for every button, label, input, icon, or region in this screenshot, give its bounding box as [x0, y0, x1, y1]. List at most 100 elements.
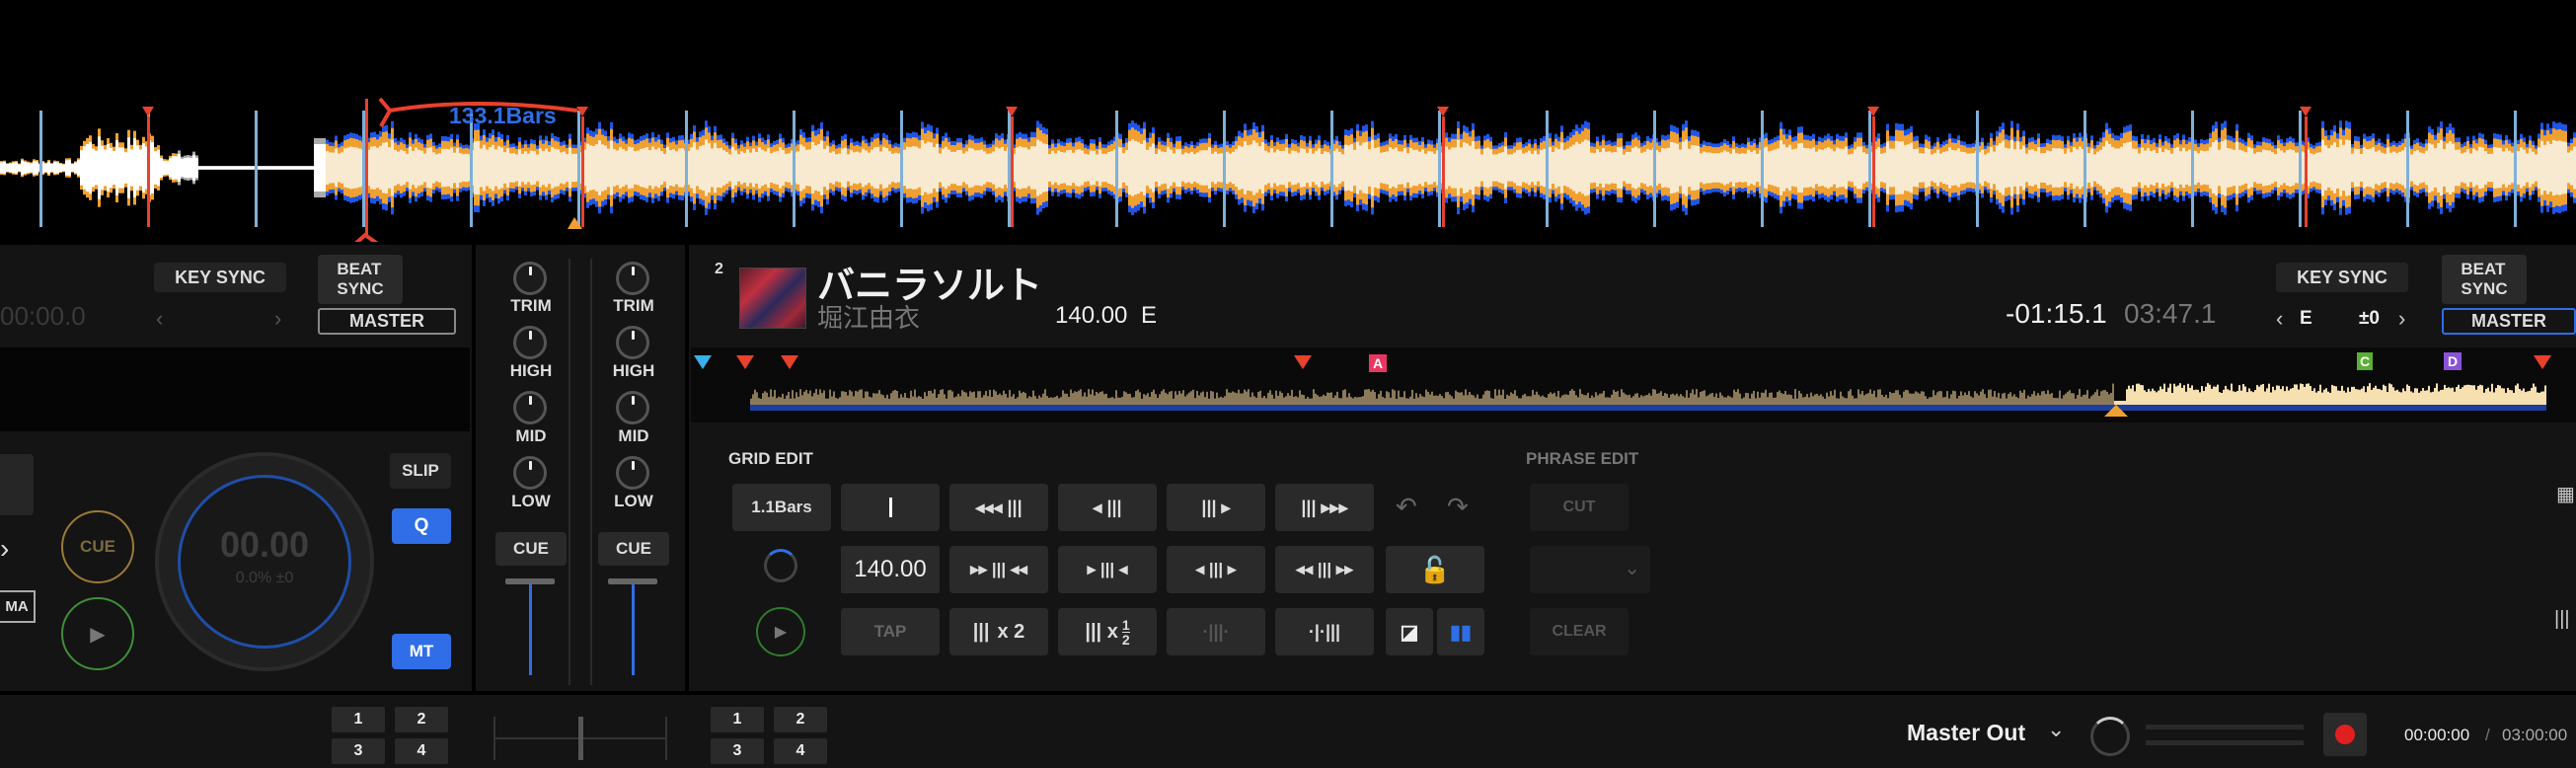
grid-beat-delete-button[interactable]: ·|·|||	[1275, 608, 1374, 655]
left-master-button[interactable]: MASTER	[318, 308, 456, 335]
grid-view-icon[interactable]: ▦	[2556, 482, 2576, 509]
grid-widen-button[interactable]: ◂ ||| ▸	[1167, 546, 1265, 593]
track-key: E	[1141, 302, 1158, 329]
overview-waveform[interactable]	[691, 347, 2576, 422]
right-master-button[interactable]: MASTER	[2442, 308, 2576, 335]
right-key-up-icon[interactable]: ›	[2398, 306, 2405, 332]
metronome-off-icon[interactable]: ◪	[1386, 608, 1433, 655]
beat-grid-line	[2084, 111, 2086, 227]
ch1-low-knob[interactable]	[513, 456, 547, 490]
right-hotcue-3[interactable]: 3	[711, 738, 764, 764]
x2-label: x 2	[997, 620, 1025, 643]
bpm-knob[interactable]	[764, 549, 797, 582]
beat-grid-line	[1868, 111, 1871, 227]
bars-annotation: 133.1Bars	[449, 103, 557, 128]
left-master-tempo-button[interactable]: MT	[392, 634, 451, 669]
ch2-fader-handle[interactable]	[608, 578, 657, 584]
hotcue-marker-a[interactable]: A	[1369, 354, 1387, 372]
grid-shift-right-3-button[interactable]: ||| ▸▸▸	[1275, 484, 1374, 531]
left-hotcue-2[interactable]: 2	[395, 707, 448, 732]
left-jog-pitch: 0.0% ±0	[235, 570, 294, 586]
grid-set-button[interactable]	[841, 484, 940, 531]
left-play-button[interactable]: ▶	[61, 597, 134, 670]
grid-bars-button[interactable]: 1.1Bars	[732, 484, 831, 531]
track-artist: 堀江由衣	[817, 303, 921, 333]
left-cue-button[interactable]: CUE	[61, 510, 134, 583]
left-slip-button[interactable]: SLIP	[390, 453, 451, 489]
beat-grid-line	[577, 111, 580, 227]
left-arrow-icon[interactable]: ›	[0, 533, 18, 573]
left-hotcue-3[interactable]: 3	[332, 738, 385, 764]
ch1-fader-handle[interactable]	[505, 578, 555, 584]
ch2-mid-knob[interactable]	[616, 391, 649, 424]
hotcue-marker-c[interactable]: C	[2357, 352, 2373, 370]
grid-half-button[interactable]: ||| x 12	[1058, 608, 1157, 655]
beat-count-icon[interactable]: ▮▮	[1437, 608, 1484, 655]
grid-play-button[interactable]: ▶	[756, 607, 805, 656]
left-beat-sync-button[interactable]: BEAT SYNC	[318, 255, 403, 304]
beat-grid-line	[1761, 111, 1764, 227]
grid-expand-button[interactable]: ▸▸ ||| ◂◂	[949, 546, 1048, 593]
ch2-trim-knob[interactable]	[616, 262, 649, 295]
grid-shift-left-button[interactable]: ◂ |||	[1058, 484, 1157, 531]
phrase-cut-button[interactable]: CUT	[1530, 484, 1629, 531]
ch1-cue-button[interactable]: CUE	[495, 532, 567, 566]
left-ma-button[interactable]: MA	[0, 590, 36, 623]
ch1-high-label: HIGH	[509, 361, 553, 380]
beat-grid-line	[1653, 111, 1656, 227]
phrase-clear-button[interactable]: CLEAR	[1530, 608, 1629, 655]
left-hotcue-4[interactable]: 4	[395, 738, 448, 764]
right-beat-sync-button[interactable]: BEAT SYNC	[2442, 255, 2527, 304]
left-side-button[interactable]	[0, 454, 34, 515]
level-meter-l	[2146, 725, 2304, 730]
grid-shrink-button[interactable]: ▸ ||| ◂	[1058, 546, 1157, 593]
redo-icon[interactable]: ↷	[1447, 492, 1469, 522]
left-quantize-button[interactable]: Q	[392, 508, 451, 544]
undo-icon[interactable]: ↶	[1396, 492, 1417, 522]
crossfader[interactable]	[493, 717, 667, 760]
main-waveform[interactable]	[0, 0, 2576, 242]
ch1-high-knob[interactable]	[513, 326, 547, 359]
tap-button[interactable]: TAP	[841, 608, 940, 655]
beat-grid-line	[1976, 111, 1979, 227]
bpm-input[interactable]: 140.00	[841, 546, 940, 593]
right-hotcue-1[interactable]: 1	[711, 707, 764, 732]
ch1-mid-knob[interactable]	[513, 391, 547, 424]
ch2-low-knob[interactable]	[616, 456, 649, 490]
master-out-chevron-icon[interactable]: ⌄	[2047, 717, 2065, 742]
remaining-time: -01:15.1	[2006, 298, 2107, 329]
ch1-trim-knob[interactable]	[513, 262, 547, 295]
left-key-down-icon[interactable]: ‹	[156, 306, 163, 332]
ch2-fader-track	[632, 582, 635, 675]
beat-grid-line	[1008, 111, 1011, 227]
beat-grid-line	[255, 111, 258, 227]
grid-x2-button[interactable]: ||| x 2	[949, 608, 1048, 655]
right-key-down-icon[interactable]: ‹	[2276, 306, 2283, 332]
hotcue-marker-d[interactable]: D	[2444, 352, 2462, 370]
beat-grid-line	[2406, 111, 2409, 227]
left-hotcue-1[interactable]: 1	[332, 707, 385, 732]
record-button[interactable]	[2323, 713, 2367, 756]
phrase-type-select[interactable]: ⌄	[1530, 546, 1650, 593]
left-key-up-icon[interactable]: ›	[274, 306, 281, 332]
right-key-sync-button[interactable]: KEY SYNC	[2276, 263, 2408, 292]
master-volume-knob[interactable]	[2090, 717, 2130, 756]
right-hotcue-4[interactable]: 4	[774, 738, 827, 764]
grid-edit-title: GRID EDIT	[728, 449, 813, 468]
grid-beat-insert-button[interactable]: ·|||·	[1167, 608, 1265, 655]
lock-icon: 🔓	[1418, 554, 1452, 584]
grid-widen-more-button[interactable]: ◂◂ ||| ▸▸	[1275, 546, 1374, 593]
grid-marker-icon	[888, 498, 892, 517]
beat-grid-line	[1223, 111, 1226, 227]
grid-lock-button[interactable]: 🔓	[1386, 546, 1484, 593]
grid-shift-left-3-button[interactable]: ◂◂◂ |||	[949, 484, 1048, 531]
crossfader-handle[interactable]	[578, 717, 583, 760]
chevron-down-icon: ⌄	[1624, 558, 1640, 579]
waveform-view-icon[interactable]: |||	[2554, 608, 2576, 638]
left-key-sync-button[interactable]: KEY SYNC	[154, 263, 286, 292]
right-hotcue-2[interactable]: 2	[774, 707, 827, 732]
ch2-high-knob[interactable]	[616, 326, 649, 359]
half-numerator: 1	[1121, 616, 1130, 633]
ch2-cue-button[interactable]: CUE	[598, 532, 669, 566]
grid-shift-right-button[interactable]: ||| ▸	[1167, 484, 1265, 531]
